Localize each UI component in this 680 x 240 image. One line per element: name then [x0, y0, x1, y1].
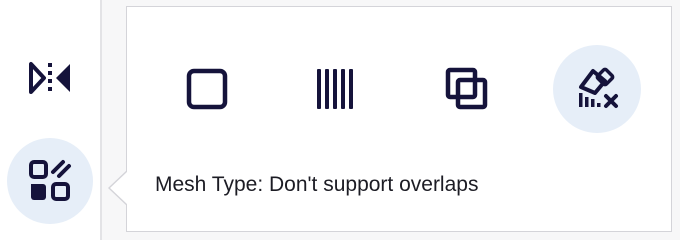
mesh-option-square[interactable]: [163, 45, 251, 133]
mesh-option-overlapping[interactable]: [423, 45, 511, 133]
panel-divider: [100, 0, 102, 240]
left-toolbar: [0, 0, 100, 240]
app-window: Mesh Type: Don't support overlaps: [0, 0, 680, 240]
square-mesh-icon: [186, 68, 228, 110]
no-overlap-mesh-icon: [579, 67, 618, 108]
overlapping-squares-icon: [445, 67, 488, 110]
mesh-option-no-overlap[interactable]: [553, 45, 641, 133]
mirror-button[interactable]: [20, 52, 80, 104]
mirror-icon: [29, 62, 70, 94]
mesh-option-vertical-bars[interactable]: [293, 45, 381, 133]
vertical-bars-mesh-icon: [317, 69, 353, 109]
mesh-type-button[interactable]: [7, 138, 93, 224]
mesh-type-popover: Mesh Type: Don't support overlaps: [126, 6, 672, 232]
popover-arrow: [110, 171, 128, 205]
mesh-type-caption: Mesh Type: Don't support overlaps: [155, 173, 479, 196]
mesh-type-icon: [29, 160, 71, 201]
